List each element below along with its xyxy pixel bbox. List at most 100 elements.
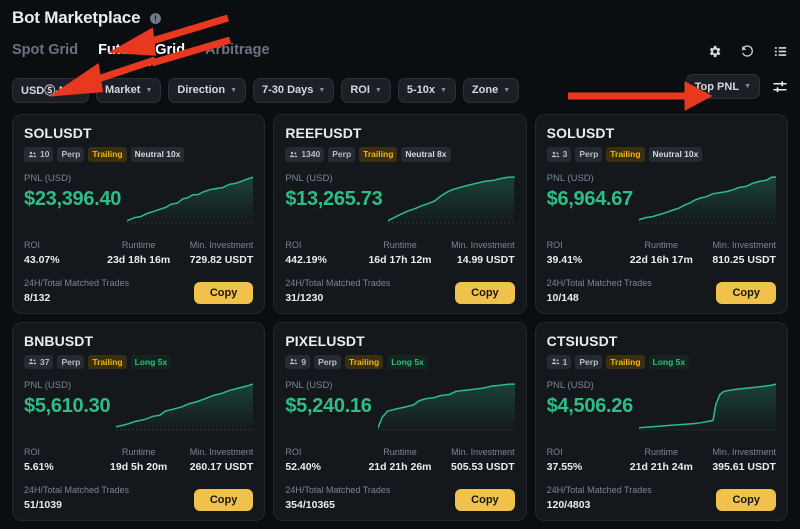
copy-button[interactable]: Copy	[193, 281, 254, 304]
stat-min-investment: Min. Investment 260.17 USDT	[177, 447, 254, 473]
tab-bar: Spot Grid Futures Grid Arbitrage	[0, 30, 800, 66]
refresh-icon[interactable]	[740, 44, 755, 59]
list-icon[interactable]	[773, 44, 788, 59]
card-badges: 10 Perp Trailing Neutral 10x	[24, 147, 253, 162]
filter-market[interactable]: Market ▼	[96, 77, 162, 103]
stat-min-investment-label: Min. Investment	[451, 447, 515, 458]
pnl-value: $13,265.73	[285, 187, 383, 210]
pnl-block: PNL (USD) $5,240.16	[285, 380, 372, 418]
card-footer: 24H/Total Matched Trades 10/148 Copy	[547, 278, 776, 304]
stat-runtime-label: Runtime	[383, 239, 417, 250]
bot-card[interactable]: CTSIUSDT 1 Perp Trailing Long 5x PNL (US…	[534, 321, 788, 522]
copy-button[interactable]: Copy	[716, 489, 776, 512]
copy-button[interactable]: Copy	[455, 281, 515, 304]
stat-roi-label: ROI	[546, 447, 563, 458]
stat-runtime-label: Runtime	[644, 447, 679, 458]
chevron-down-icon: ▼	[744, 83, 751, 90]
stat-roi-value: 37.55%	[546, 461, 583, 474]
filter-zone[interactable]: Zone ▼	[462, 77, 520, 103]
sliders-icon[interactable]	[772, 79, 788, 95]
filter-direction[interactable]: Direction ▼	[168, 77, 247, 103]
chevron-down-icon: ▼	[230, 86, 238, 94]
card-symbol: CTSIUSDT	[546, 332, 618, 349]
users-count: 3	[562, 149, 568, 159]
badge-perp: Perp	[575, 354, 603, 370]
tab-spot-grid[interactable]: Spot Grid	[12, 42, 78, 66]
users-badge: 9	[285, 354, 311, 370]
filter-leverage[interactable]: 5-10x ▼	[397, 77, 456, 103]
pnl-block: PNL (USD) $5,610.30	[24, 380, 111, 418]
users-badge: 3	[546, 147, 572, 162]
card-stats: ROI 5.61% Runtime 19d 5h 20m Min. Invest…	[24, 447, 253, 473]
filter-direction-label: Direction	[177, 84, 226, 96]
chevron-down-icon: ▼	[145, 86, 153, 94]
stat-min-investment: Min. Investment 810.25 USDT	[700, 240, 776, 266]
bot-card[interactable]: SOLUSDT 3 Perp Trailing Neutral 10x PNL …	[534, 114, 788, 314]
matched-trades: 24H/Total Matched Trades 31/1230	[285, 278, 455, 304]
filter-usds-m-label: USDⓈ-M	[21, 85, 69, 97]
matched-trades-value: 51/1039	[24, 499, 62, 512]
filter-zone-label: Zone	[471, 84, 499, 96]
stat-runtime-label: Runtime	[121, 447, 156, 458]
badge-direction: Long 5x	[387, 354, 428, 370]
copy-button[interactable]: Copy	[193, 489, 254, 512]
stat-roi-label: ROI	[285, 447, 302, 458]
bot-cards-grid: SOLUSDT 10 Perp Trailing Neutral 10x PNL…	[0, 106, 800, 529]
stat-runtime: Runtime 23d 18h 16m	[100, 240, 176, 266]
matched-trades: 24H/Total Matched Trades 51/1039	[24, 485, 194, 511]
pnl-label: PNL (USD)	[24, 172, 72, 184]
stat-min-investment-label: Min. Investment	[189, 239, 254, 250]
pnl-label: PNL (USD)	[546, 172, 594, 184]
card-stats: ROI 43.07% Runtime 23d 18h 16m Min. Inve…	[24, 240, 253, 266]
card-stats: ROI 442.19% Runtime 16d 17h 12m Min. Inv…	[285, 240, 514, 266]
matched-trades: 24H/Total Matched Trades 8/132	[24, 278, 194, 304]
filter-roi[interactable]: ROI ▼	[341, 77, 391, 103]
pnl-row: PNL (USD) $5,240.16	[285, 380, 515, 434]
badge-trailing: Trailing	[88, 354, 127, 370]
badge-perp: Perp	[328, 147, 356, 162]
filter-leverage-label: 5-10x	[406, 84, 435, 96]
stat-min-investment-value: 14.99 USDT	[456, 253, 515, 266]
sort-top-pnl-dropdown[interactable]: Top PNL ▼	[685, 74, 760, 99]
bot-card[interactable]: SOLUSDT 10 Perp Trailing Neutral 10x PNL…	[12, 114, 266, 314]
sort-controls: Top PNL ▼	[685, 74, 788, 99]
stat-roi-value: 43.07%	[24, 253, 60, 266]
stat-roi-value: 5.61%	[24, 461, 54, 474]
card-badges: 37 Perp Trailing Long 5x	[24, 354, 253, 370]
badge-trailing: Trailing	[606, 354, 645, 370]
card-symbol: REEFUSDT	[285, 125, 362, 141]
badge-trailing: Trailing	[88, 147, 127, 162]
bot-card[interactable]: BNBUSDT 37 Perp Trailing Long 5x PNL (US…	[12, 321, 266, 522]
pnl-sparkline-chart	[638, 382, 776, 434]
stat-roi: ROI 442.19%	[285, 240, 361, 266]
card-stats: ROI 37.55% Runtime 21d 21h 24m Min. Inve…	[547, 447, 776, 473]
matched-trades-value: 120/4803	[546, 499, 591, 512]
chevron-down-icon: ▼	[374, 86, 382, 94]
copy-button[interactable]: Copy	[455, 489, 515, 512]
pnl-row: PNL (USD) $13,265.73	[285, 173, 515, 227]
filter-usds-m[interactable]: USDⓈ-M ▼	[12, 77, 89, 103]
badge-perp: Perp	[314, 354, 341, 370]
chevron-down-icon: ▼	[503, 86, 511, 94]
card-badges: 9 Perp Trailing Long 5x	[285, 354, 514, 370]
gear-icon[interactable]	[707, 44, 722, 59]
tab-arbitrage[interactable]: Arbitrage	[205, 42, 269, 66]
stat-min-investment-label: Min. Investment	[451, 239, 515, 250]
badge-trailing: Trailing	[344, 354, 384, 370]
pnl-block: PNL (USD) $13,265.73	[285, 173, 382, 211]
bot-card[interactable]: PIXELUSDT 9 Perp Trailing Long 5x PNL (U…	[273, 321, 527, 522]
bot-card[interactable]: REEFUSDT 1340 Perp Trailing Neutral 8x P…	[273, 114, 527, 314]
stat-roi-label: ROI	[285, 239, 302, 250]
pnl-block: PNL (USD) $6,964.67	[546, 172, 634, 211]
pnl-block: PNL (USD) $4,506.26	[547, 380, 634, 418]
pnl-sparkline-chart	[388, 175, 515, 227]
stat-runtime-value: 22d 16h 17m	[629, 253, 693, 266]
tab-futures-grid[interactable]: Futures Grid	[98, 42, 185, 66]
info-circle-icon[interactable]	[149, 12, 162, 25]
stat-min-investment: Min. Investment 729.82 USDT	[177, 239, 254, 266]
filter-days[interactable]: 7-30 Days ▼	[253, 77, 335, 103]
badge-direction: Neutral 10x	[648, 147, 703, 162]
card-symbol: BNBUSDT	[24, 332, 94, 349]
badge-direction: Neutral 8x	[401, 147, 451, 162]
copy-button[interactable]: Copy	[716, 281, 776, 304]
